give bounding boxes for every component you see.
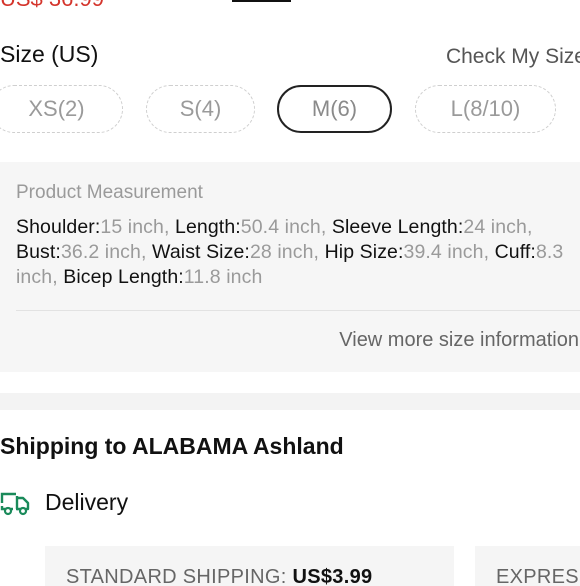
- measurement-key: Hip Size:: [324, 241, 404, 263]
- measurement-value: 24 inch: [463, 216, 527, 238]
- measurement-key: Bust:: [16, 241, 61, 263]
- measurement-value: 50.4 inch: [240, 216, 321, 238]
- measurement-key: Cuff:: [494, 241, 536, 263]
- truck-icon: [0, 489, 30, 517]
- measurement-value: 36.2 inch: [60, 241, 141, 263]
- size-option-xs[interactable]: XS(2): [0, 85, 123, 133]
- shipping-option-price: US$3.99: [292, 566, 373, 586]
- delivery-label: Delivery: [45, 489, 129, 515]
- tab-underline: [232, 0, 291, 2]
- product-measurement-panel: Product Measurement Shoulder:15 inch, Le…: [0, 162, 580, 372]
- measurement-value: 11.8 inch: [183, 266, 263, 288]
- view-more-size-info-link[interactable]: View more size information: [339, 329, 579, 352]
- shipping-title: Shipping to ALABAMA Ashland: [0, 433, 344, 459]
- measurement-key: Waist Size:: [152, 241, 250, 263]
- shipping-option-standard[interactable]: STANDARD SHIPPING: US$3.99: [45, 546, 454, 586]
- measurement-value: 28 inch: [249, 241, 314, 263]
- measurement-key: Sleeve Length:: [331, 216, 464, 238]
- top-strip: US$ 36.99: [0, 0, 580, 10]
- section-separator: [0, 393, 580, 410]
- shipping-option-name: EXPRESS SHIPPING:: [496, 566, 580, 586]
- measurement-key: Shoulder:: [16, 216, 101, 238]
- measurement-key: Length:: [175, 216, 241, 238]
- size-option-s[interactable]: S(4): [146, 85, 255, 133]
- measurement-value: 15 inch: [100, 216, 164, 238]
- shipping-option-name: STANDARD SHIPPING:: [66, 566, 287, 586]
- size-option-m[interactable]: M(6): [277, 85, 392, 133]
- shipping-option-express[interactable]: EXPRESS SHIPPING:: [475, 546, 580, 586]
- measurement-list: Shoulder:15 inch, Length:50.4 inch, Slee…: [16, 216, 564, 288]
- measurement-key: Bicep Length:: [63, 266, 184, 288]
- check-my-size-link[interactable]: Check My Size: [446, 45, 580, 69]
- divider: [16, 310, 580, 311]
- size-section-title: Size (US): [0, 41, 99, 67]
- price-fragment: US$ 36.99: [0, 0, 104, 10]
- size-option-l[interactable]: L(8/10): [415, 85, 556, 133]
- measurement-title: Product Measurement: [16, 182, 203, 203]
- measurement-value: 39.4 inch: [403, 241, 484, 263]
